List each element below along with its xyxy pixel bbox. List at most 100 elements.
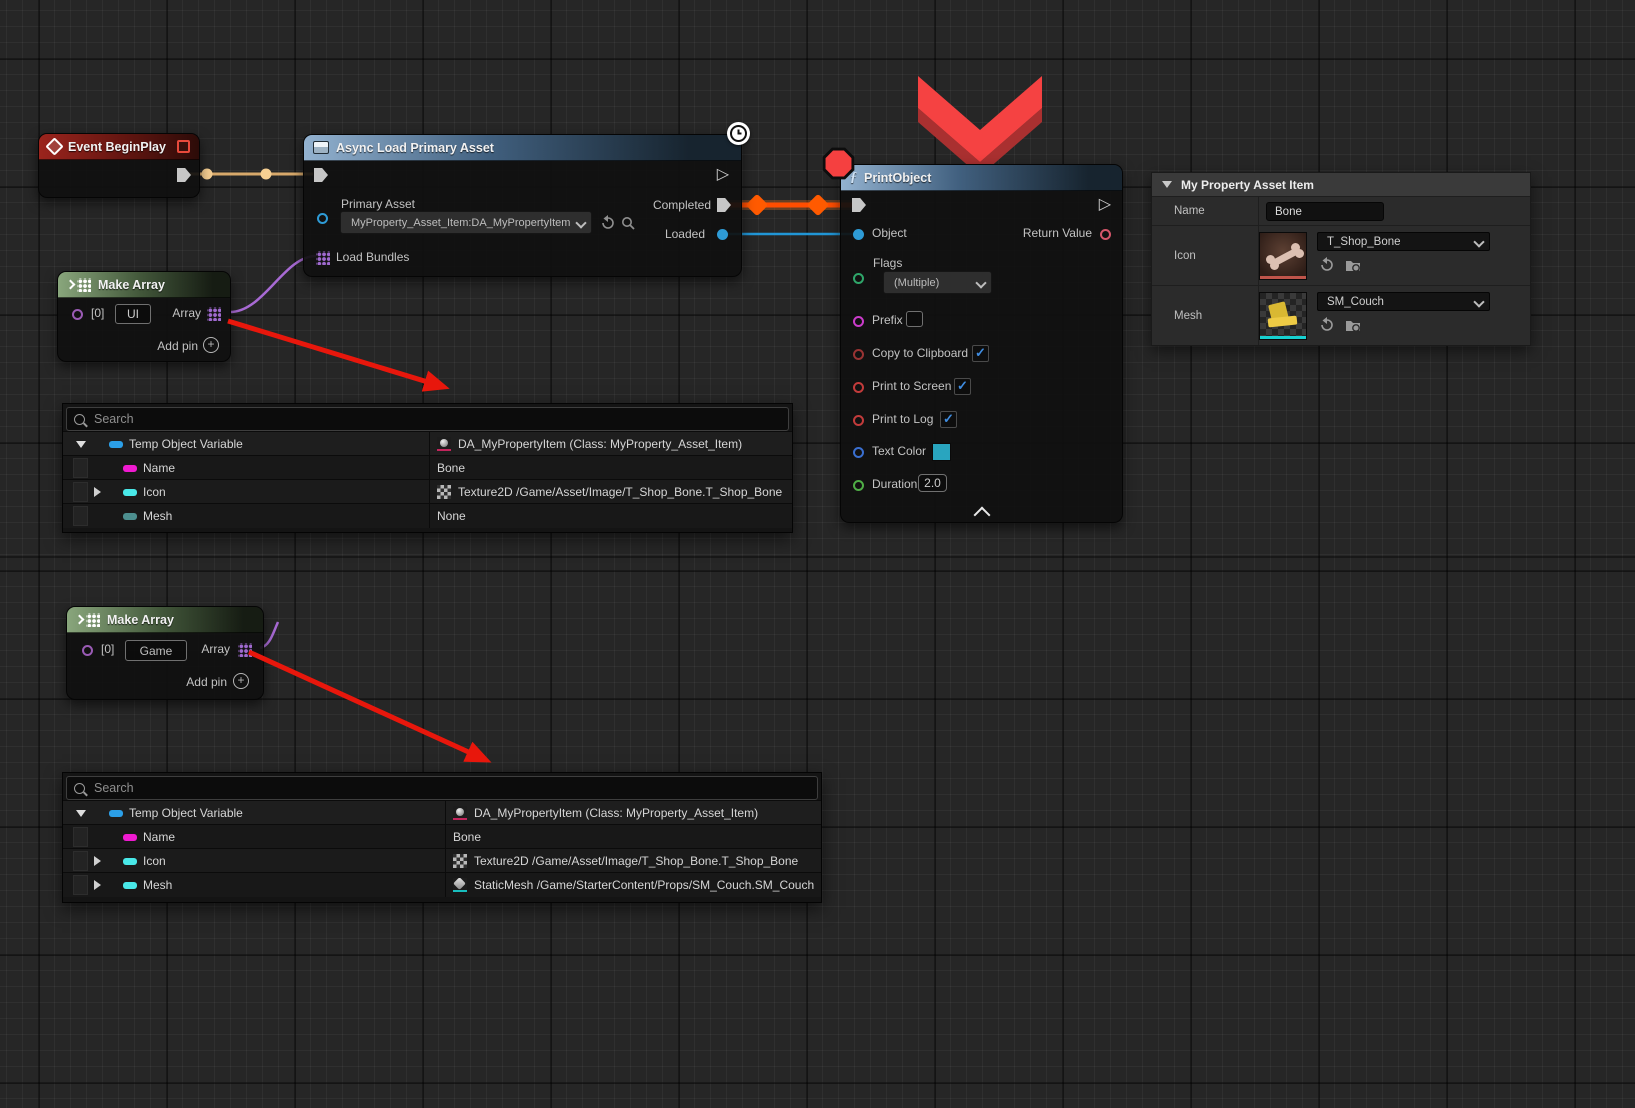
print-to-log-checkbox[interactable] (940, 411, 957, 428)
node-make-array-top[interactable]: Make Array [0] UI Array Add pin (57, 271, 231, 362)
browse-to-asset-icon[interactable] (1345, 257, 1361, 273)
indent-gutter (73, 827, 88, 847)
array-element-0-input[interactable]: Game (125, 640, 187, 661)
exec-in-pin[interactable] (852, 198, 866, 212)
watch-row-name[interactable]: Name Bone (63, 824, 821, 849)
watch-row-mesh[interactable]: Mesh StaticMesh /Game/StarterContent/Pro… (63, 872, 821, 897)
exec-out-pin[interactable] (177, 168, 191, 182)
add-pin-button[interactable] (233, 673, 249, 689)
watch-row-value: DA_MyPropertyItem (Class: MyProperty_Ass… (453, 806, 815, 820)
copy-to-clipboard-pin[interactable] (853, 349, 864, 360)
object-pin[interactable] (853, 229, 864, 240)
blueprint-graph-canvas[interactable]: Event BeginPlay Async Load Primary Asset… (0, 0, 1635, 1108)
duration-input[interactable]: 2.0 (918, 474, 947, 492)
make-array-icon (67, 278, 91, 292)
watch-row-icon[interactable]: Icon Texture2D /Game/Asset/Image/T_Shop_… (63, 848, 821, 873)
watch-row-value: None (437, 509, 786, 523)
class-link[interactable]: MyProperty_Asset_Item (610, 437, 738, 451)
indent-gutter (73, 482, 88, 502)
mesh-thumbnail-couch[interactable] (1259, 292, 1307, 340)
search-input[interactable] (92, 411, 732, 427)
completed-exec-pin[interactable] (717, 198, 731, 212)
array-element-0-pin[interactable] (82, 645, 93, 656)
watch-row-name[interactable]: Name Bone (63, 455, 792, 480)
search-input[interactable] (92, 780, 758, 796)
flags-value: (Multiple) (894, 277, 939, 289)
duration-pin[interactable] (853, 480, 864, 491)
exec-then-pin[interactable] (717, 168, 729, 181)
return-value-pin[interactable] (1100, 229, 1111, 240)
node-async-load-primary-asset[interactable]: Async Load Primary Asset Primary Asset M… (303, 134, 742, 277)
icon-label: Icon (1174, 250, 1196, 262)
print-to-screen-pin[interactable] (853, 382, 864, 393)
add-pin-label[interactable]: Add pin (157, 339, 198, 353)
copy-to-clipboard-checkbox[interactable] (972, 345, 989, 362)
expand-collapse-icon[interactable] (76, 441, 86, 448)
add-pin-button[interactable] (203, 337, 219, 353)
debug-watch-panel-top: Temp Object Variable DA_MyPropertyItem (… (62, 403, 793, 533)
icon-asset-value: T_Shop_Bone (1327, 236, 1401, 248)
watch-row-mesh[interactable]: Mesh None (63, 503, 792, 528)
watch-row-icon[interactable]: Icon Texture2D /Game/Asset/Image/T_Shop_… (63, 479, 792, 504)
loaded-pin[interactable] (717, 229, 728, 240)
flags-dropdown[interactable]: (Multiple) (883, 271, 992, 294)
icon-pin-pill (123, 858, 137, 865)
expand-icon[interactable] (94, 856, 101, 866)
text-color-swatch[interactable] (932, 443, 951, 461)
data-asset-icon (437, 437, 451, 451)
add-pin-label[interactable]: Add pin (186, 675, 227, 689)
details-header[interactable]: My Property Asset Item (1152, 173, 1530, 197)
class-link[interactable]: MyProperty_Asset_Item (626, 806, 754, 820)
primary-asset-dropdown[interactable]: MyProperty_Asset_Item:DA_MyPropertyItem (340, 211, 592, 234)
collapse-icon[interactable] (1162, 181, 1172, 188)
text-color-pin[interactable] (853, 447, 864, 458)
node-event-beginplay[interactable]: Event BeginPlay (38, 133, 200, 198)
browse-to-asset-icon[interactable] (1345, 317, 1361, 333)
primary-asset-pin[interactable] (317, 213, 328, 224)
use-selected-asset-icon[interactable] (1319, 317, 1335, 333)
node-print-object[interactable]: ƒ PrintObject Object Return Value Flags … (840, 164, 1123, 523)
array-output-pin[interactable] (238, 643, 252, 657)
name-pin-pill (123, 834, 137, 841)
array-output-pin[interactable] (207, 307, 221, 321)
expand-collapse-icon[interactable] (76, 810, 86, 817)
texture-asset-icon (437, 485, 451, 499)
array-element-0-pin[interactable] (72, 309, 83, 320)
text-color-label: Text Color (872, 444, 926, 458)
name-input[interactable] (1266, 202, 1384, 221)
expand-icon[interactable] (94, 487, 101, 497)
details-panel-my-property-asset-item: My Property Asset Item Name Icon T_Shop_… (1151, 172, 1531, 346)
icon-asset-dropdown[interactable]: T_Shop_Bone (1317, 232, 1490, 251)
debug-watch-panel-bottom: Temp Object Variable DA_MyPropertyItem (… (62, 772, 822, 903)
expand-icon[interactable] (94, 880, 101, 890)
array-element-0-label: [0] (101, 642, 114, 656)
exec-bubble (202, 169, 213, 180)
icon-thumbnail-bone[interactable] (1259, 232, 1307, 280)
browse-asset-icon[interactable] (620, 215, 636, 231)
prefix-pin[interactable] (853, 316, 864, 327)
search-bar[interactable] (66, 776, 818, 800)
print-to-screen-checkbox[interactable] (954, 378, 971, 395)
load-bundles-pin[interactable] (316, 251, 330, 265)
watch-row-root[interactable]: Temp Object Variable DA_MyPropertyItem (… (63, 431, 792, 456)
event-enabled-icon (177, 140, 190, 153)
use-selected-asset-icon[interactable] (600, 215, 616, 231)
watch-row-root[interactable]: Temp Object Variable DA_MyPropertyItem (… (63, 800, 821, 825)
exec-in-pin[interactable] (314, 168, 328, 182)
collapse-node-chevron[interactable] (974, 507, 991, 524)
search-bar[interactable] (66, 407, 789, 431)
print-to-log-pin[interactable] (853, 415, 864, 426)
name-pin-pill (123, 465, 137, 472)
use-selected-asset-icon[interactable] (1319, 257, 1335, 273)
watch-row-label: Temp Object Variable (129, 806, 243, 820)
node-title: Async Load Primary Asset (336, 141, 494, 155)
array-element-0-input[interactable]: UI (115, 304, 151, 324)
node-make-array-bottom[interactable]: Make Array [0] Game Array Add pin (66, 606, 264, 700)
prefix-input[interactable] (906, 311, 923, 327)
exec-out-pin[interactable] (1099, 198, 1111, 211)
details-row-icon: Icon T_Shop_Bone (1152, 225, 1530, 286)
mesh-asset-dropdown[interactable]: SM_Couch (1317, 292, 1490, 311)
details-title: My Property Asset Item (1181, 178, 1314, 192)
flags-pin[interactable] (853, 273, 864, 284)
mesh-pin-pill (123, 882, 137, 889)
